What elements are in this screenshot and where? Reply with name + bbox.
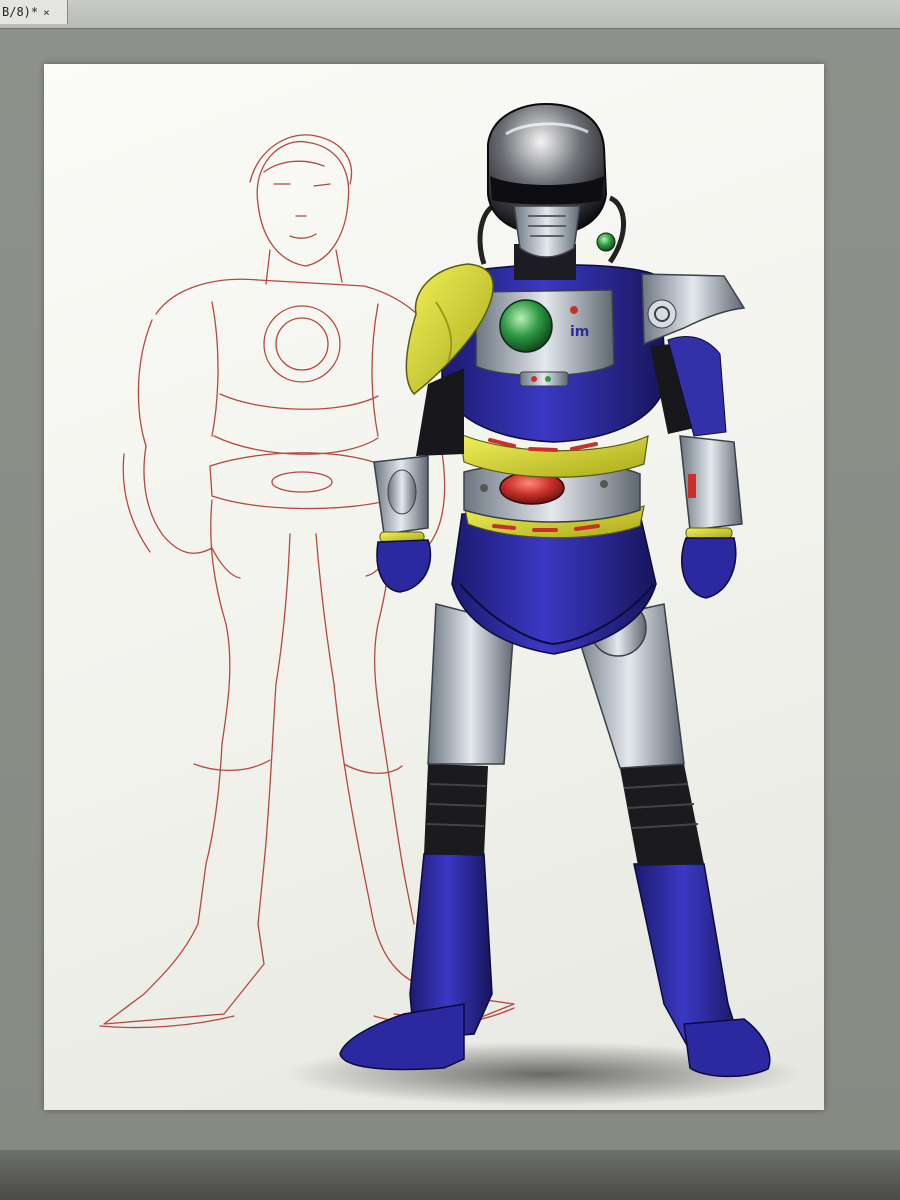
document-tab[interactable]: B/8)* × bbox=[0, 0, 68, 24]
armored-hero: im bbox=[339, 102, 771, 1078]
artboard[interactable]: im bbox=[44, 64, 824, 1110]
chest-lamp-icon bbox=[499, 299, 553, 353]
tab-bar: B/8)* × bbox=[0, 0, 900, 29]
status-strip bbox=[0, 1150, 900, 1200]
hero-illustration: im bbox=[99, 102, 804, 1106]
chest-logo: im bbox=[570, 324, 589, 340]
app-window: B/8)* × im bbox=[0, 0, 900, 1200]
close-icon[interactable]: × bbox=[43, 6, 50, 19]
document-tab-title: B/8)* bbox=[2, 5, 39, 19]
